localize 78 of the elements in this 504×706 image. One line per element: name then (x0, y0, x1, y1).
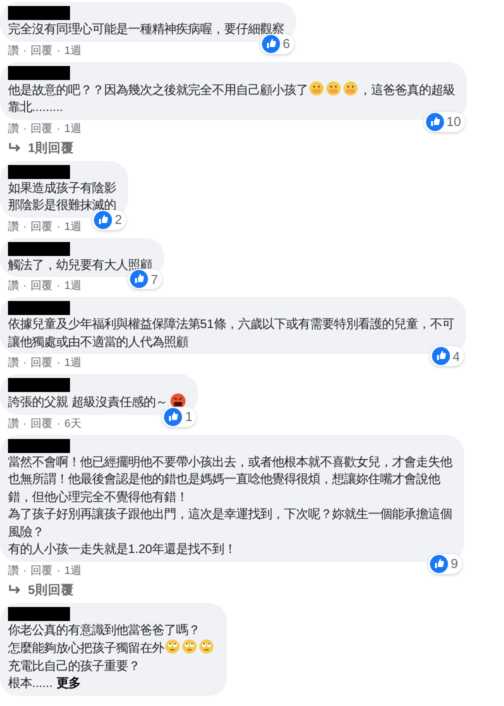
action-link[interactable]: 讚 (8, 279, 19, 293)
view-replies-link[interactable]: 1則回覆 (8, 140, 74, 156)
mask-face-icon (326, 80, 341, 96)
separator-dot: · (56, 564, 60, 578)
action-link[interactable]: 回覆 (30, 356, 53, 370)
comment-text: 根本...... (8, 676, 53, 690)
comment-text: 靠北......... (8, 100, 63, 114)
like-icon (430, 554, 448, 572)
like-icon (164, 408, 182, 426)
comment-text: 風險？ (8, 524, 44, 538)
comment-text: 有的人小孩一走失就是1.20年還是找不到！ (8, 542, 236, 556)
reply-arrow-icon (8, 584, 22, 596)
action-link[interactable]: 回覆 (30, 44, 53, 58)
action-link[interactable]: 回覆 (30, 122, 53, 136)
action-link[interactable]: 讚 (8, 356, 19, 370)
like-icon (432, 347, 450, 365)
comment-text: 你老公真的有意識到他當爸爸了嗎？ (8, 622, 200, 636)
action-link[interactable]: 讚 (8, 564, 19, 578)
timestamp[interactable]: 1週 (64, 44, 82, 58)
action-link[interactable]: 讚 (8, 44, 19, 58)
eye-roll-face-icon (165, 639, 180, 654)
separator-dot: · (23, 220, 27, 234)
like-icon (94, 210, 112, 228)
separator-dot: · (56, 122, 60, 136)
action-link[interactable]: 回覆 (30, 416, 53, 430)
reaction-badge[interactable]: 9 (428, 554, 462, 574)
like-icon (426, 112, 444, 130)
comment-text: 他是故意的吧？？因為幾次之後就完全不用自己顧小孩了 (8, 82, 308, 96)
comment-text: 怎麼能夠放心把孩子獨留在外 (8, 641, 164, 655)
like-icon (262, 34, 280, 52)
comment-text: ，這爸爸真的超級 (359, 82, 455, 96)
reaction-badge[interactable]: 10 (424, 112, 465, 132)
eye-roll-face-icon (199, 639, 214, 654)
timestamp[interactable]: 1週 (64, 564, 82, 578)
comment-text: 如果造成孩子有陰影 (8, 180, 116, 194)
action-link[interactable]: 回覆 (30, 220, 53, 234)
separator-dot: · (56, 220, 60, 234)
like-icon (130, 270, 148, 288)
mask-face-icon (309, 80, 324, 96)
reaction-badge[interactable]: 4 (430, 346, 464, 366)
see-more-link[interactable]: 更多 (56, 676, 81, 690)
separator-dot: · (23, 564, 27, 578)
comment-text: 錯，但他心理完全不覺得他有錯！ (8, 490, 188, 504)
comment-text: 讓他獨處或由不適當的人代為照顧 (8, 334, 188, 348)
timestamp[interactable]: 1週 (64, 356, 82, 370)
separator-dot: · (23, 44, 27, 58)
separator-dot: · (56, 279, 60, 293)
timestamp[interactable]: 1週 (64, 279, 82, 293)
separator-dot: · (56, 356, 60, 370)
separator-dot: · (56, 416, 60, 430)
action-link[interactable]: 回覆 (30, 279, 53, 293)
comment-text: 也無所謂！他最後會認是他的錯也是媽媽一直唸他覺得很煩，想讓妳住嘴才會說他 (8, 472, 440, 486)
reply-arrow-icon (8, 142, 22, 154)
eye-roll-face-icon (182, 639, 197, 654)
timestamp[interactable]: 1週 (64, 122, 82, 136)
comment-text: 誇張的父親 超級沒責任感的～ (8, 395, 168, 409)
action-link[interactable]: 讚 (8, 220, 19, 234)
action-link[interactable]: 讚 (8, 416, 19, 430)
action-link[interactable]: 回覆 (30, 564, 53, 578)
comment-text: 充電比自己的孩子重要？ (8, 658, 140, 672)
separator-dot: · (23, 416, 27, 430)
separator-dot: · (23, 356, 27, 370)
separator-dot: · (56, 44, 60, 58)
action-link[interactable]: 讚 (8, 122, 19, 136)
separator-dot: · (23, 279, 27, 293)
comment-text: 依據兒童及少年福利與權益保障法第51條，六歲以下或有需要特別看護的兒童，不可 (8, 317, 454, 331)
timestamp[interactable]: 6天 (64, 416, 82, 430)
reaction-badge[interactable]: 1 (162, 406, 196, 426)
mask-face-icon (343, 80, 358, 96)
comment-text: 為了孩子好別再讓孩子跟他出門，這次是幸運找到，下次呢？妳就生一個能承擔這個 (8, 507, 452, 521)
separator-dot: · (23, 122, 27, 136)
comment-text: 完全沒有同理心可能是一種精神疾病喔，要仔細觀察 (8, 22, 284, 36)
reaction-badge[interactable]: 6 (260, 34, 294, 54)
comment-text: 當然不會啊！他已經擺明他不要帶小孩出去，或者他根本就不喜歡女兒，才會走失他 (8, 454, 452, 468)
reaction-badge[interactable]: 2 (92, 210, 126, 230)
comment-text: 那陰影是很難抹滅的 (8, 198, 116, 212)
timestamp[interactable]: 1週 (64, 220, 82, 234)
view-replies-link[interactable]: 5則回覆 (8, 582, 74, 598)
